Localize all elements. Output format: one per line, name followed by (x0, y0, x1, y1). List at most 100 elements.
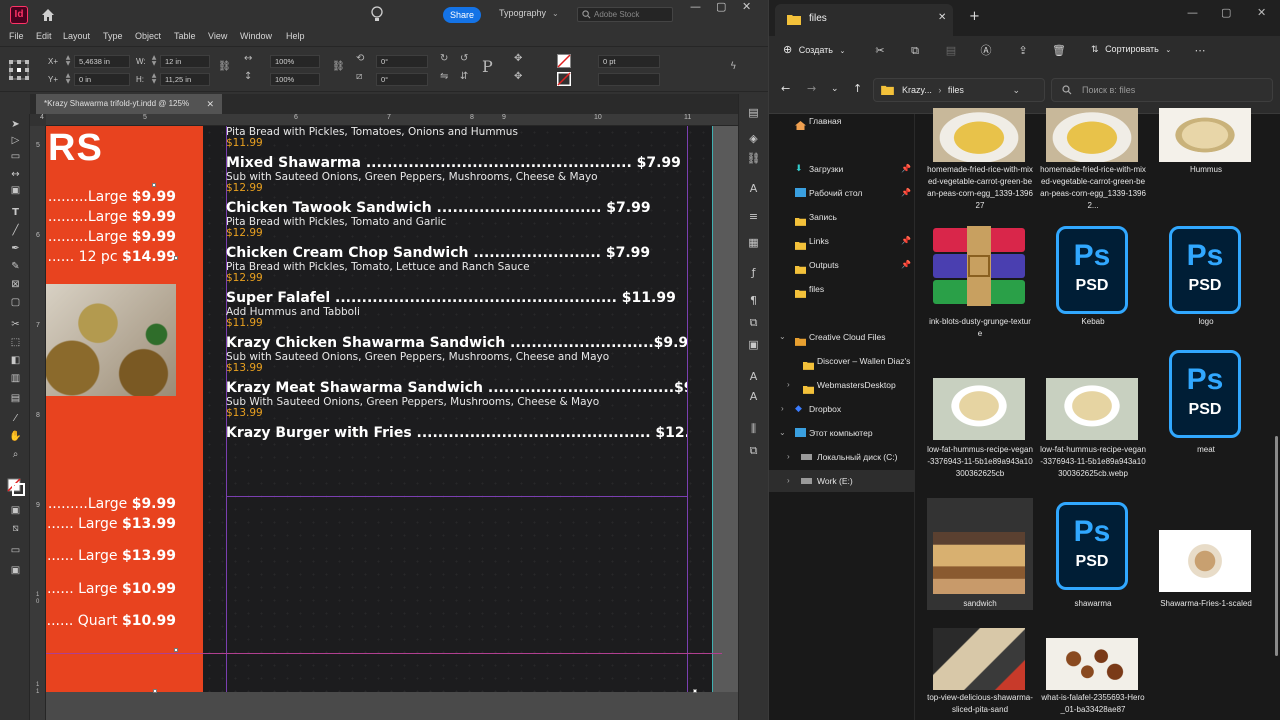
create-button[interactable]: ⊕ Создать ⌄ (783, 43, 845, 56)
paste-icon[interactable]: ▤ (944, 44, 958, 58)
scissors-tool-icon[interactable]: ✂ (9, 318, 22, 331)
file-item[interactable]: low-fat-hummus-recipe-vegan-3376943-11-5… (927, 350, 1033, 498)
swatches-panel-icon[interactable]: ▦ (746, 236, 761, 250)
menu-object[interactable]: Object (135, 31, 161, 41)
stroke-panel-icon[interactable]: ≡ (746, 210, 761, 224)
file-item[interactable]: homemade-fried-rice-with-mixed-vegetable… (1040, 108, 1146, 216)
forward-arrow-icon[interactable]: → (807, 82, 816, 95)
w-stepper[interactable]: ▲ ▼ (150, 55, 158, 68)
selection-handle[interactable] (152, 183, 156, 187)
rectangle-tool-icon[interactable]: ▢ (9, 296, 22, 309)
line-tool-icon[interactable]: ╱ (9, 224, 22, 237)
select-container-icon[interactable]: ✥ (514, 53, 522, 64)
nav-item-creative-cloud[interactable]: ⌄ Creative Cloud Files (769, 326, 915, 348)
flip-v-icon[interactable]: ⇵ (460, 71, 468, 82)
more-options-icon[interactable]: ⋯ (1193, 44, 1207, 58)
fill-stroke-icon[interactable] (7, 478, 25, 496)
expand-chevron-icon[interactable]: ⌄ (779, 326, 786, 348)
direct-selection-tool-icon[interactable]: ▷ (9, 134, 22, 147)
select-content-icon[interactable]: ✥ (514, 71, 522, 82)
menu-type[interactable]: Type (103, 31, 123, 41)
lightning-icon[interactable]: ϟ (730, 61, 737, 72)
paragraph-panel-icon[interactable]: ¶ (746, 294, 761, 308)
selection-handle[interactable] (693, 689, 697, 693)
reference-point-icon[interactable] (8, 59, 30, 81)
pen-tool-icon[interactable]: ✒ (9, 242, 22, 255)
maximize-button[interactable]: ▢ (1221, 6, 1231, 19)
character-panel-icon[interactable]: A (746, 182, 761, 196)
delete-icon[interactable]: 🗑 (1052, 44, 1066, 58)
stroke-swatch-icon[interactable] (557, 72, 571, 86)
chevron-down-icon[interactable]: ⌄ (1012, 79, 1020, 101)
nav-item-drive-e[interactable]: › Work (E:) (769, 470, 915, 492)
share-icon[interactable]: ⇪ (1016, 44, 1030, 58)
nav-item-desktop[interactable]: Рабочий стол 📌 (769, 182, 915, 204)
menu-item[interactable]: Super Falafel ..........................… (226, 290, 687, 329)
explorer-tab[interactable]: files ✕ (775, 4, 953, 36)
zoom-tool-icon[interactable]: ⌕ (9, 448, 22, 461)
file-item[interactable]: homemade-fried-rice-with-mixed-vegetable… (927, 108, 1033, 216)
document-canvas[interactable]: RS .........Large $9.99 .........Large $… (46, 126, 738, 720)
nav-item-this-pc[interactable]: ⌄ Этот компьютер (769, 422, 915, 444)
flip-h-icon[interactable]: ⇋ (440, 71, 448, 82)
menu-item[interactable]: Chicken Tawook Sandwich ................… (226, 200, 687, 239)
file-item[interactable]: Ps PSD Kebab (1040, 226, 1146, 346)
nav-item-folder[interactable]: Запись (769, 206, 915, 228)
cc-libraries-icon[interactable]: ⧉ (746, 316, 761, 330)
pathfinder-panel-icon[interactable]: ⧉ (746, 444, 761, 458)
close-button[interactable]: ✕ (742, 0, 751, 13)
nav-item-downloads[interactable]: ⬇ Загрузки 📌 (769, 158, 915, 180)
h-stepper[interactable]: ▲ ▼ (150, 73, 158, 86)
minimize-button[interactable]: — (690, 0, 701, 13)
nav-item-dropbox[interactable]: › ◆ Dropbox (769, 398, 915, 420)
nav-item-webmasters[interactable]: › WebmastersDesktop (769, 374, 915, 396)
effects-panel-icon[interactable]: ƒ (746, 266, 761, 280)
lightbulb-icon[interactable] (370, 6, 384, 24)
fill-swatch-icon[interactable] (557, 54, 571, 68)
breadcrumb-segment[interactable]: files (948, 85, 964, 95)
vertical-scrollbar[interactable] (1275, 436, 1278, 656)
rename-icon[interactable]: Ⓐ (979, 44, 993, 58)
file-item-selected[interactable]: sandwich (927, 498, 1033, 610)
close-button[interactable]: ✕ (1257, 6, 1266, 19)
expand-chevron-icon[interactable]: ⌄ (779, 422, 786, 444)
gradient-feather-tool-icon[interactable]: ▥ (9, 372, 22, 385)
falafel-photo[interactable] (46, 284, 176, 396)
rotate-cw-icon[interactable]: ↻ (440, 53, 448, 64)
nav-item-outputs[interactable]: Outputs 📌 (769, 254, 915, 276)
menu-table[interactable]: Table (174, 31, 196, 41)
menu-item[interactable]: Krazy Burger with Fries ................… (226, 425, 687, 441)
menu-item[interactable]: Mixed Shawarma .........................… (226, 155, 687, 194)
stroke-weight-field[interactable]: 0 pt (598, 55, 660, 68)
menu-file[interactable]: File (9, 31, 24, 41)
menu-item[interactable]: Krazy Chicken Shawarma Sandwich ........… (226, 335, 687, 374)
rotate-ccw-icon[interactable]: ↺ (460, 53, 468, 64)
share-button[interactable]: Share (443, 7, 481, 23)
nav-item-discover[interactable]: Discover – Wallen Diaz's (769, 350, 915, 372)
minimize-button[interactable]: — (1187, 6, 1198, 19)
file-item[interactable]: what-is-falafel-2355693-Hero_01-ba33428a… (1040, 626, 1146, 720)
nav-item-home[interactable]: Главная (769, 110, 915, 132)
x-position-field[interactable]: 5,4638 in (74, 55, 130, 68)
up-arrow-icon[interactable]: ↑ (853, 82, 862, 95)
y-stepper[interactable]: ▲ ▼ (64, 73, 72, 86)
links-panel-icon[interactable]: ⛓ (746, 152, 761, 166)
hand-tool-icon[interactable]: ✋ (9, 430, 22, 443)
pencil-tool-icon[interactable]: ✎ (9, 260, 22, 273)
recent-chevron-icon[interactable]: ⌄ (831, 84, 839, 94)
back-arrow-icon[interactable]: ← (781, 82, 790, 95)
file-item[interactable]: Ps PSD meat (1153, 350, 1259, 460)
properties-panel-icon[interactable]: ▣ (746, 338, 761, 352)
close-tab-icon[interactable]: ✕ (206, 94, 214, 114)
text-wrap-panel-icon[interactable]: A (746, 390, 761, 404)
expand-chevron-icon[interactable]: › (787, 374, 790, 396)
file-item[interactable]: Ps PSD logo (1153, 226, 1259, 346)
constrain-scale-icon[interactable]: ⛓ (332, 61, 345, 72)
page-tool-icon[interactable]: ▭ (9, 150, 22, 163)
search-field[interactable]: Поиск в: files (1051, 78, 1273, 102)
selection-handle[interactable] (153, 689, 157, 693)
gradient-tool-icon[interactable]: ◧ (9, 354, 22, 367)
menu-item[interactable]: Pita Bread with Pickles, Tomatoes, Onion… (226, 126, 687, 149)
new-tab-button[interactable]: + (969, 10, 980, 23)
close-tab-icon[interactable]: ✕ (938, 12, 946, 23)
